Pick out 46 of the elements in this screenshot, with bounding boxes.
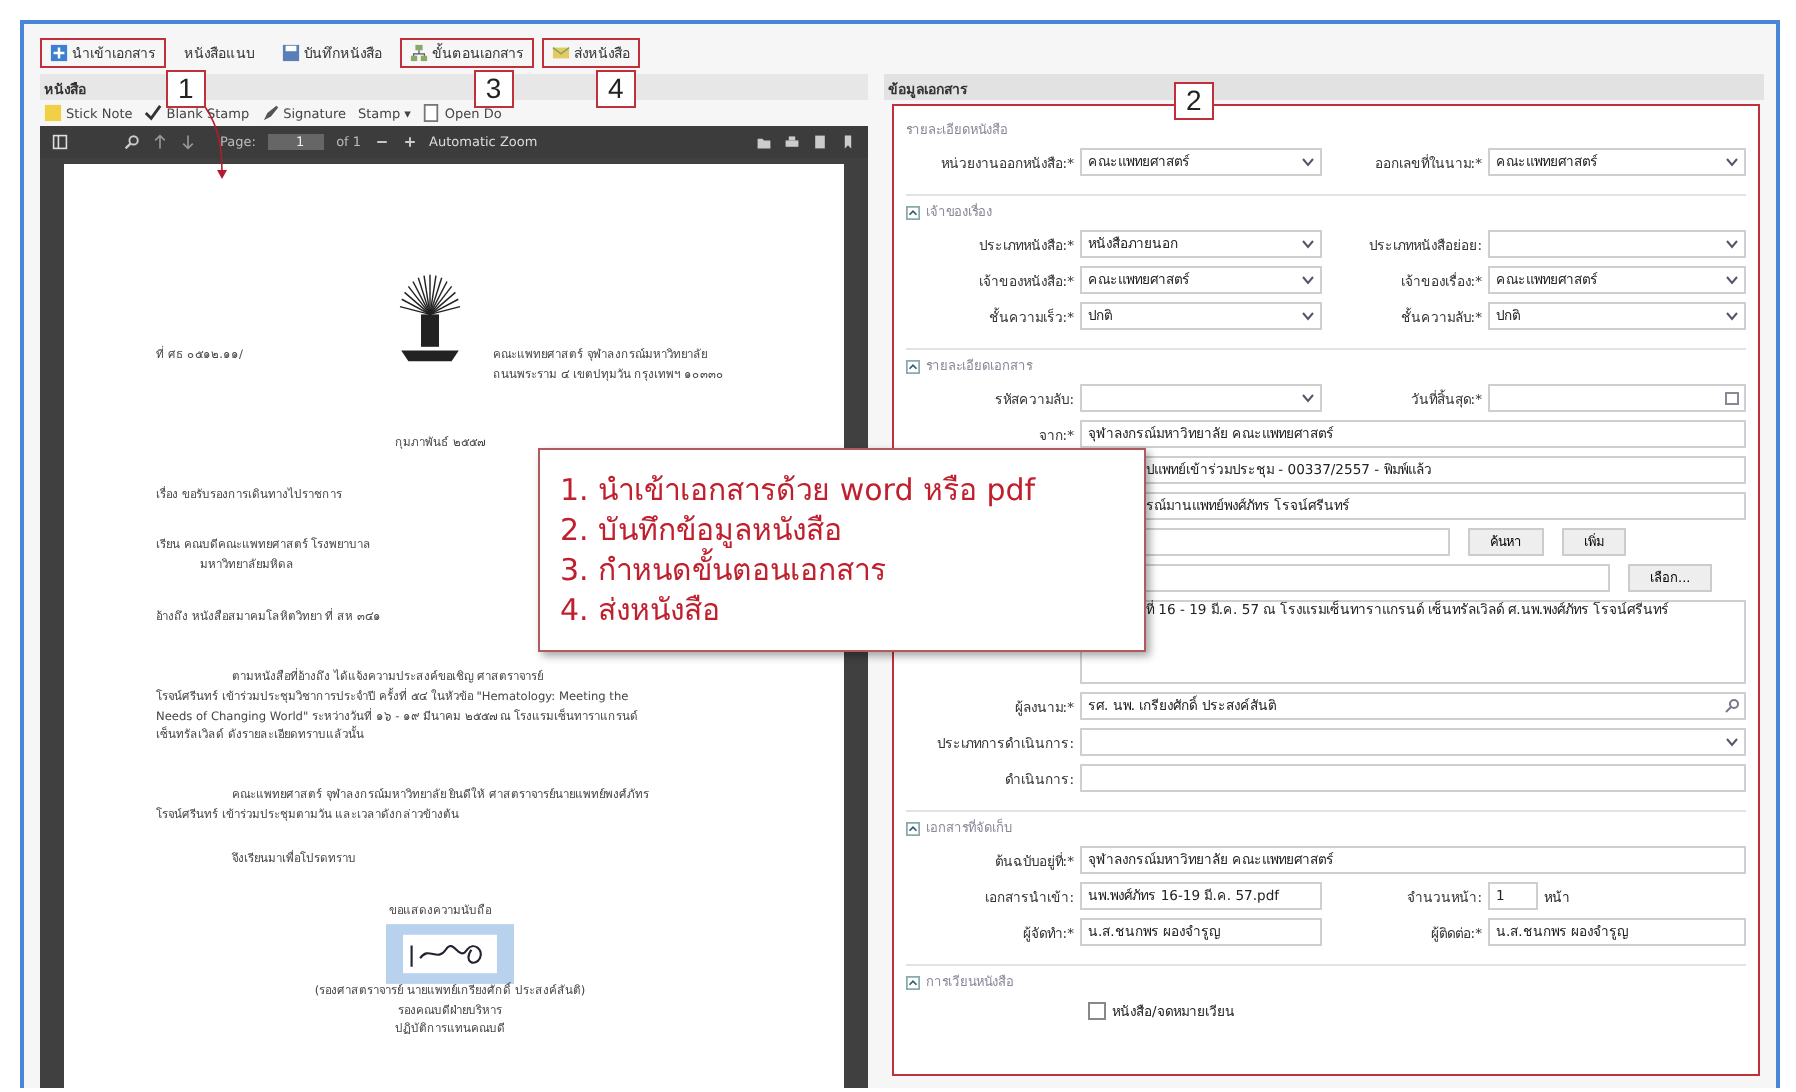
chevron-down-icon xyxy=(1724,734,1740,750)
arrow-up-icon[interactable] xyxy=(152,134,168,150)
chevron-down-icon xyxy=(1300,308,1316,324)
checkmark-icon xyxy=(144,104,163,122)
dropdown-field[interactable] xyxy=(1080,384,1322,412)
chevron-down-icon xyxy=(1300,272,1316,288)
chevron-down-icon xyxy=(1724,308,1740,324)
collapse-icon[interactable] xyxy=(906,205,920,219)
print-icon[interactable] xyxy=(784,134,800,150)
bookmark-icon[interactable] xyxy=(840,134,856,150)
arrow-down-icon[interactable] xyxy=(180,134,196,150)
note-icon xyxy=(44,104,62,122)
callout-text: 1. นำเข้าเอกสารด้วย word หรือ pdf xyxy=(560,470,1038,510)
search-icon xyxy=(1724,698,1740,714)
signature-drawing xyxy=(386,923,514,984)
chevron-down-icon xyxy=(1300,236,1316,252)
chevron-down-icon xyxy=(1300,390,1316,406)
callout-text: 3. กำหนดขั้นตอนเอกสาร xyxy=(560,550,889,590)
collapse-icon[interactable] xyxy=(906,821,920,835)
plus-icon xyxy=(50,44,68,62)
chevron-down-icon xyxy=(1300,154,1316,170)
folder-icon[interactable] xyxy=(756,134,772,150)
collapse-icon[interactable] xyxy=(906,359,920,373)
zoom-in-icon[interactable] xyxy=(401,134,418,150)
envelope-icon xyxy=(552,44,570,62)
chevron-down-icon xyxy=(1724,272,1740,288)
floppy-icon xyxy=(282,44,300,62)
callout-text: 2. บันทึกข้อมูลหนังสือ xyxy=(560,510,845,548)
document-icon xyxy=(422,104,441,122)
date-field[interactable] xyxy=(1488,384,1746,412)
callout-text: 4. ส่งหนังสือ xyxy=(560,590,723,630)
annotation-number: 1 xyxy=(166,70,206,108)
chevron-down-icon xyxy=(1724,236,1740,252)
sidebar-icon[interactable] xyxy=(52,134,68,150)
flowchart-icon xyxy=(410,44,428,62)
collapse-icon[interactable] xyxy=(906,975,920,989)
input-field[interactable] xyxy=(1080,764,1746,792)
dropdown-field[interactable] xyxy=(1080,728,1746,756)
annotation-number: 3 xyxy=(473,70,514,108)
chevron-down-icon xyxy=(1724,154,1740,170)
annotation-number: 2 xyxy=(1174,82,1214,120)
search-icon[interactable] xyxy=(124,134,140,150)
checkbox[interactable] xyxy=(1088,1002,1106,1020)
dropdown-field[interactable] xyxy=(1488,230,1746,258)
pen-icon xyxy=(261,104,280,122)
annotation-number: 4 xyxy=(595,70,636,108)
